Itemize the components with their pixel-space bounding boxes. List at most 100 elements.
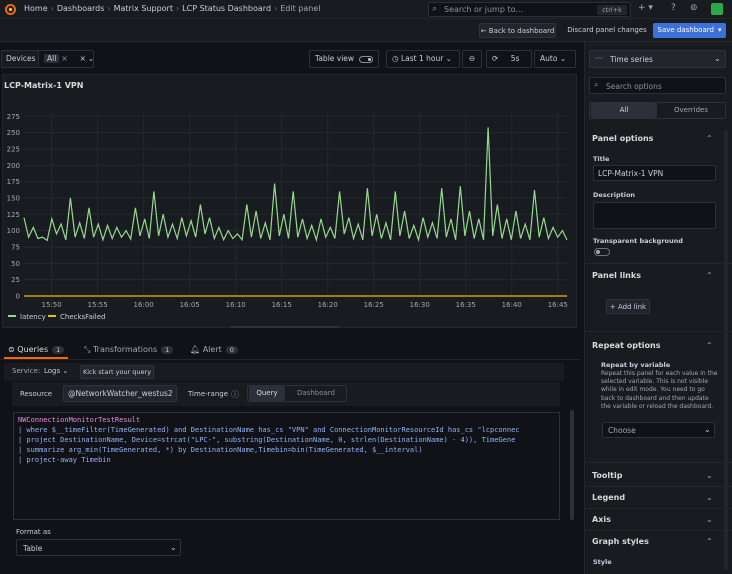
queries-count: 1 — [52, 346, 65, 354]
legend-swatch — [8, 315, 16, 317]
divider — [585, 508, 732, 509]
mode-dashboard-button[interactable]: Dashboard — [289, 386, 343, 401]
add-icon[interactable]: + ▾ — [638, 3, 653, 13]
mode-query-button[interactable]: Query — [249, 386, 285, 401]
x-tick-label: 16:00 — [134, 301, 154, 309]
code-line: | where $__timeFilter(TimeGenerated) and… — [18, 426, 520, 434]
clock-icon: ◷ — [392, 54, 399, 63]
code-line: | summarize arg_min(TimeGenerated, *) by… — [18, 446, 423, 454]
repeat-help-text: Repeat this panel for each value in the … — [601, 370, 718, 410]
remove-icon[interactable]: × — [61, 54, 67, 63]
options-search-input[interactable]: ⌕ Search options — [589, 77, 726, 94]
tab-alert[interactable]: 🔔︎ Alert 0 — [190, 345, 238, 354]
description-textarea[interactable] — [593, 202, 716, 229]
transformations-count: 1 — [161, 346, 174, 354]
zoom-out-button[interactable]: ⊖ — [462, 50, 482, 68]
tooltip-header[interactable]: Tooltip — [592, 471, 622, 480]
devices-select[interactable]: All × × ⌄ — [38, 50, 94, 68]
service-select[interactable]: Logs ⌄ — [44, 367, 68, 375]
breadcrumb-home[interactable]: Home — [24, 4, 48, 13]
legend-item: ChecksFailed — [60, 313, 106, 321]
code-line: | project DestinationName, Device=strcat… — [18, 436, 516, 444]
chevron-up-icon[interactable]: ⌃ — [706, 341, 713, 350]
help-icon[interactable]: ? — [671, 3, 676, 13]
plus-icon: + — [609, 303, 618, 311]
save-dashboard-button[interactable]: Save dashboard ▾ — [653, 23, 726, 38]
resource-picker[interactable]: @NetworkWatcher_westus2 — [63, 385, 177, 402]
auto-refresh-select[interactable]: Auto ⌄ — [534, 50, 576, 68]
chevron-up-icon[interactable]: ⌃ — [706, 537, 713, 546]
breadcrumb-dashboard[interactable]: LCP Status Dashboard — [182, 4, 271, 13]
close-icon[interactable]: × — [80, 54, 86, 63]
active-tab-indicator — [4, 357, 68, 359]
time-range-label: Time-range — [188, 390, 229, 398]
search-shortcut: ctrl+k — [597, 5, 627, 15]
refresh-icon: ⟳ — [492, 54, 499, 63]
chevron-down-icon: ⌄ — [714, 54, 721, 63]
breadcrumb-dashboards[interactable]: Dashboards — [57, 4, 105, 13]
y-tick-label: 125 — [7, 211, 20, 219]
y-tick-label: 50 — [11, 260, 20, 268]
breadcrumb-current: Edit panel — [280, 4, 321, 13]
y-tick-label: 250 — [7, 129, 20, 137]
discard-button[interactable]: Discard panel changes — [566, 23, 648, 38]
repeat-options-header[interactable]: Repeat options — [592, 341, 661, 350]
resource-label: Resource — [20, 390, 53, 398]
search-icon: ⌕ — [432, 4, 438, 14]
divider — [585, 263, 732, 264]
info-icon: ⓘ — [231, 390, 239, 399]
title-label: Title — [593, 155, 610, 163]
x-tick-label: 16:20 — [318, 301, 338, 309]
chevron-up-icon[interactable]: ⌃ — [706, 134, 713, 143]
chevron-down-icon[interactable]: ⌄ — [706, 515, 713, 524]
toggle-switch[interactable] — [359, 55, 374, 63]
graph-styles-header[interactable]: Graph styles — [592, 537, 649, 546]
back-to-dashboard-button[interactable]: ← Back to dashboard — [479, 23, 556, 38]
search-input[interactable]: ⌕ Search or jump to... ctrl+k — [428, 2, 631, 17]
chevron-down-icon[interactable]: ⌄ — [706, 471, 713, 480]
tab-all[interactable]: All — [591, 103, 657, 118]
table-view-toggle[interactable]: Table view — [309, 50, 379, 68]
refresh-button[interactable]: ⟳ 5s — [486, 50, 532, 68]
time-series-chart[interactable]: 0 25 50 75 100 125 150 175 200 225 250 275 15:50 15:5… — [2, 100, 576, 328]
options-scrollbar[interactable] — [724, 130, 728, 570]
tab-queries[interactable]: ⊜ Queries 1 — [8, 345, 65, 354]
grafana-logo-icon[interactable] — [4, 3, 17, 16]
series-line-latency — [23, 127, 568, 243]
repeat-variable-select[interactable]: Choose ⌄ — [602, 422, 715, 438]
news-icon[interactable]: ⊚ — [690, 3, 698, 13]
format-select[interactable]: Table ⌄ — [16, 539, 181, 556]
divider — [585, 331, 732, 332]
code-line: NWConnectionMonitorTestResult — [18, 416, 141, 424]
chevron-down-icon[interactable]: ⌄ — [706, 493, 713, 502]
editor-scrollbar[interactable] — [570, 410, 574, 520]
y-tick-label: 200 — [7, 162, 20, 170]
chevron-down-icon: ▾ — [717, 26, 722, 34]
panel-resize-handle — [230, 326, 340, 328]
title-input[interactable]: LCP-Matrix-1 VPN — [593, 165, 716, 181]
time-series-icon: 〰 — [595, 54, 603, 63]
visualization-picker[interactable]: 〰 Time series ⌄ — [589, 50, 726, 68]
x-tick-label: 15:50 — [42, 301, 62, 309]
chevron-down-icon: ⌄ — [170, 543, 177, 552]
tab-overrides[interactable]: Overrides — [658, 103, 724, 118]
chevron-down-icon: ⌄ — [704, 425, 711, 434]
breadcrumb-folder[interactable]: Matrix Support — [114, 4, 173, 13]
time-range-picker[interactable]: ◷ Last 1 hour ⌄ — [386, 50, 460, 68]
axis-header[interactable]: Axis — [592, 515, 611, 524]
style-label: Style — [593, 558, 612, 566]
kickstart-button[interactable]: Kick start your query — [80, 365, 154, 379]
divider — [585, 486, 732, 487]
legend-header[interactable]: Legend — [592, 493, 625, 502]
query-code-editor[interactable]: NWConnectionMonitorTestResult | where $__… — [13, 412, 560, 520]
panel-links-header[interactable]: Panel links — [592, 271, 641, 280]
devices-label: Devices — [1, 50, 40, 68]
panel-options-header[interactable]: Panel options — [592, 134, 653, 143]
avatar[interactable] — [711, 3, 723, 15]
y-tick-label: 175 — [7, 178, 20, 186]
add-link-button[interactable]: + Add link — [606, 299, 650, 314]
transparent-toggle[interactable] — [594, 248, 610, 256]
chevron-up-icon[interactable]: ⌃ — [706, 271, 713, 280]
tab-transformations[interactable]: ⤡ Transformations 1 — [84, 345, 174, 355]
y-tick-label: 100 — [7, 227, 20, 235]
